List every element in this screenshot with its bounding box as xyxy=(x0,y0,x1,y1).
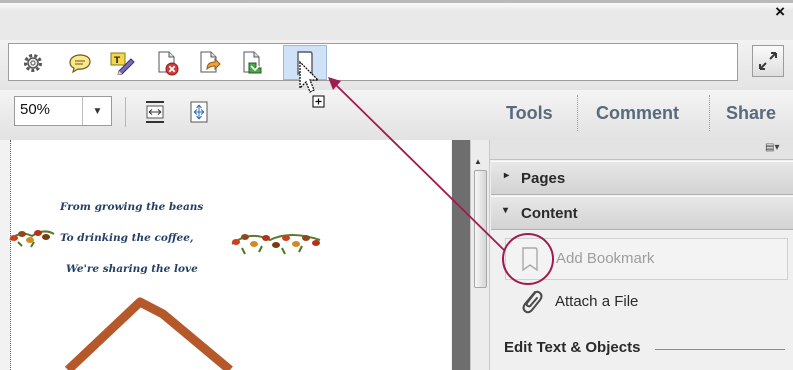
delete-page-icon[interactable] xyxy=(155,50,181,76)
scroll-up-arrow[interactable]: ▲ xyxy=(474,157,482,166)
section-pages-label: Pages xyxy=(521,170,566,187)
edit-text-objects-heading: Edit Text & Objects xyxy=(504,339,641,356)
fit-page-icon[interactable] xyxy=(186,99,212,125)
comment-bubble-icon[interactable] xyxy=(67,50,93,76)
add-bookmark-label: Add Bookmark xyxy=(556,250,655,267)
gear-icon[interactable] xyxy=(20,50,46,76)
section-content-label: Content xyxy=(521,205,578,222)
panel-options-icon[interactable]: ▤▾ xyxy=(765,142,779,153)
poem-line: To drinking the coffee, xyxy=(60,232,194,244)
tab-comment[interactable]: Comment xyxy=(596,103,679,124)
sticky-pen-icon[interactable]: T xyxy=(109,50,135,76)
attach-file-item[interactable]: Attach a File xyxy=(555,293,638,310)
chevron-down-icon: ▾ xyxy=(503,205,509,216)
tab-share[interactable]: Share xyxy=(726,103,776,124)
add-bookmark-icon xyxy=(297,51,313,76)
extract-page-icon[interactable] xyxy=(240,50,266,76)
tab-divider xyxy=(709,95,710,131)
zoom-value[interactable]: 50% xyxy=(20,101,50,118)
paperclip-icon xyxy=(522,290,543,314)
fit-width-icon[interactable] xyxy=(142,99,168,125)
chevron-down-icon: ▼ xyxy=(92,105,103,117)
section-divider xyxy=(655,349,785,350)
export-page-icon[interactable] xyxy=(197,50,223,76)
zoom-dropdown-button[interactable]: ▼ xyxy=(82,97,112,125)
tab-tools[interactable]: Tools xyxy=(506,103,553,124)
poem-line: From growing the beans xyxy=(60,201,204,213)
section-content[interactable]: ▾ Content xyxy=(491,196,793,230)
window-title-bar xyxy=(0,12,793,40)
close-button[interactable]: × xyxy=(775,2,785,22)
tab-divider xyxy=(577,95,578,131)
panel-options-bar xyxy=(490,140,793,160)
bookmark-icon xyxy=(522,247,538,272)
pane-splitter[interactable] xyxy=(452,140,470,370)
toolbar-divider xyxy=(125,97,126,127)
svg-text:T: T xyxy=(114,56,121,66)
expand-arrows-icon xyxy=(759,52,777,70)
poem-line: We're sharing the love xyxy=(66,263,198,275)
coffee-bean-decoration xyxy=(231,234,321,255)
scrollbar-thumb[interactable] xyxy=(474,170,487,288)
add-bookmark-tool-button[interactable] xyxy=(283,45,327,80)
coffee-bean-decoration xyxy=(9,230,55,248)
expand-toolbar-button[interactable] xyxy=(752,45,784,77)
chevron-right-icon: ▸ xyxy=(504,170,510,181)
document-line-graphic xyxy=(64,297,233,370)
section-pages[interactable]: ▸ Pages xyxy=(491,161,793,195)
